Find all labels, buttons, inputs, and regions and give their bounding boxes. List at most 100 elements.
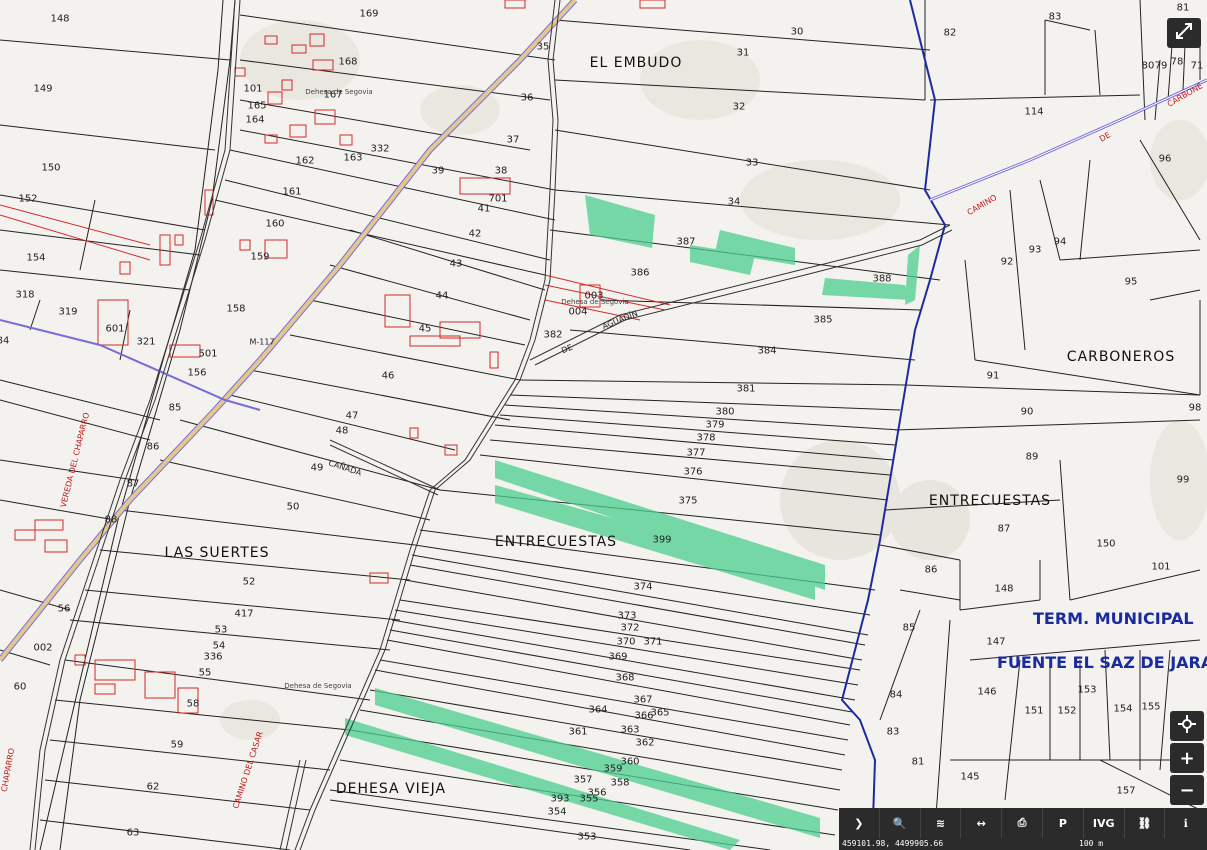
parcel-number: 359 <box>603 763 623 775</box>
parcel-number: 386 <box>630 267 650 279</box>
parcel-number: 37 <box>506 134 520 146</box>
parcel-number: 90 <box>1020 406 1034 418</box>
parcel-number: 358 <box>610 777 630 789</box>
fullscreen-button[interactable] <box>1167 18 1201 48</box>
locate-button[interactable] <box>1170 711 1204 741</box>
parcel-number: 86 <box>924 564 938 576</box>
parcel-number: 354 <box>547 806 567 818</box>
parcel-number: 114 <box>1024 106 1044 118</box>
parcel-number: 388 <box>872 273 892 285</box>
toolbar-parcel-button[interactable]: P <box>1043 808 1084 838</box>
parcel-number: 92 <box>1000 256 1014 268</box>
parcel-number: 146 <box>977 686 997 698</box>
parcel-number: 417 <box>234 608 254 620</box>
parcel-number: 87 <box>997 523 1011 535</box>
parcel-number: 80 <box>1141 60 1155 72</box>
parcel-number: 47 <box>345 410 359 422</box>
parcel-number: 701 <box>488 193 508 205</box>
parcel-number: 53 <box>214 624 228 636</box>
parcel-number: 84 <box>0 335 10 347</box>
parcel-number: 59 <box>170 739 184 751</box>
parcel-number: 168 <box>338 56 358 68</box>
parcel-number: 148 <box>50 13 70 25</box>
parcel-number: 83 <box>1048 11 1062 23</box>
parcel-number: 30 <box>790 26 804 38</box>
parcel-number: 50 <box>286 501 300 513</box>
parcel-number: 155 <box>1141 701 1161 713</box>
toolbar-info-button[interactable]: ℹ <box>1165 808 1206 838</box>
locality-name: Dehesa de Segovia <box>561 298 629 306</box>
parcel-number: 39 <box>431 165 445 177</box>
cadastral-map[interactable]: 148 169 168 149 101 165 164 167 162 163 332 150 161 1… <box>0 0 1207 850</box>
building-outlines <box>0 0 671 714</box>
parcel-number: 363 <box>620 724 640 736</box>
parcel-number: 158 <box>226 303 246 315</box>
parcel-number: 98 <box>1188 402 1202 414</box>
parcel-number: 370 <box>616 636 636 648</box>
parcel-number: 31 <box>736 47 750 59</box>
parcel-number: 94 <box>1053 236 1067 248</box>
parcel-number: 54 <box>212 640 226 652</box>
parcel-number: 384 <box>757 345 777 357</box>
parcel-number: 43 <box>449 258 463 270</box>
locality-name: Dehesa de Segovia <box>305 88 373 96</box>
parcel-number: 165 <box>247 100 267 112</box>
scale-label: 100 m <box>1079 839 1104 848</box>
parcel-number: 357 <box>573 774 593 786</box>
parcel-number: 147 <box>986 636 1006 648</box>
parcel-number: 60 <box>13 681 27 693</box>
parcel-number: 154 <box>26 252 46 264</box>
parcel-number: 152 <box>18 193 38 205</box>
place-name: DEHESA VIEJA <box>335 781 447 797</box>
toolbar-share-button[interactable]: ⛓ <box>1125 808 1166 838</box>
parcel-number: 378 <box>696 432 716 444</box>
bottom-toolbar: ❯ 🔍 ≋ ↔ ⎙ P IVG ⛓ ℹ <box>839 808 1207 838</box>
parcel-number: 376 <box>683 466 703 478</box>
parcel-number: 377 <box>686 447 706 459</box>
parcel-number: 44 <box>435 290 449 302</box>
parcel-number: 601 <box>105 323 125 335</box>
municipal-boundary <box>840 0 947 850</box>
parcel-number: 35 <box>536 41 550 53</box>
toolbar-print-button[interactable]: ⎙ <box>1002 808 1043 838</box>
parcel-number: 501 <box>198 348 218 360</box>
parcel-number: 355 <box>579 793 599 805</box>
parcel-number: 79 <box>1154 60 1168 72</box>
parcel-number: 379 <box>705 419 725 431</box>
parcel-number: 154 <box>1113 703 1133 715</box>
expand-icon <box>1175 22 1193 45</box>
parcel-number: 385 <box>813 314 833 326</box>
parcel-number: 82 <box>943 27 957 39</box>
parcel-number: 371 <box>643 636 663 648</box>
zoom-out-button[interactable]: − <box>1170 775 1204 805</box>
parcel-number: 81 <box>1176 2 1190 14</box>
toolbar-measure-button[interactable]: ↔ <box>961 808 1003 838</box>
parcel-number: 372 <box>620 622 640 634</box>
toolbar-expand-button[interactable]: ❯ <box>839 808 880 838</box>
toolbar-search-button[interactable]: 🔍 <box>880 808 921 838</box>
share-icon: ⛓ <box>1137 816 1152 830</box>
crosshair-icon <box>1178 714 1196 738</box>
parcel-number: 49 <box>310 462 324 474</box>
parcel-number: 91 <box>986 370 1000 382</box>
parcel-number: 365 <box>650 707 670 719</box>
locality-name: Dehesa de Segovia <box>284 682 352 690</box>
measure-icon: ↔ <box>976 816 986 830</box>
map-canvas[interactable] <box>0 0 1207 850</box>
chevron-right-icon: ❯ <box>854 816 864 830</box>
parcel-number: 42 <box>468 228 482 240</box>
parcel-icon: P <box>1058 816 1067 830</box>
toolbar-layers-button[interactable]: ≋ <box>921 808 962 838</box>
print-icon: ⎙ <box>1017 816 1027 829</box>
toolbar-ivg-button[interactable]: IVG <box>1084 808 1125 838</box>
parcel-number: 150 <box>1096 538 1116 550</box>
parcel-number: 159 <box>250 251 270 263</box>
parcel-number: 164 <box>245 114 265 126</box>
parcel-number: 374 <box>633 581 653 593</box>
parcel-number: 153 <box>1077 684 1097 696</box>
parcel-number: 78 <box>1170 56 1184 68</box>
parcel-number: 157 <box>1116 785 1136 797</box>
parcel-number: 88 <box>104 514 118 526</box>
parcel-number: 99 <box>1176 474 1190 486</box>
zoom-in-button[interactable]: + <box>1170 743 1204 773</box>
